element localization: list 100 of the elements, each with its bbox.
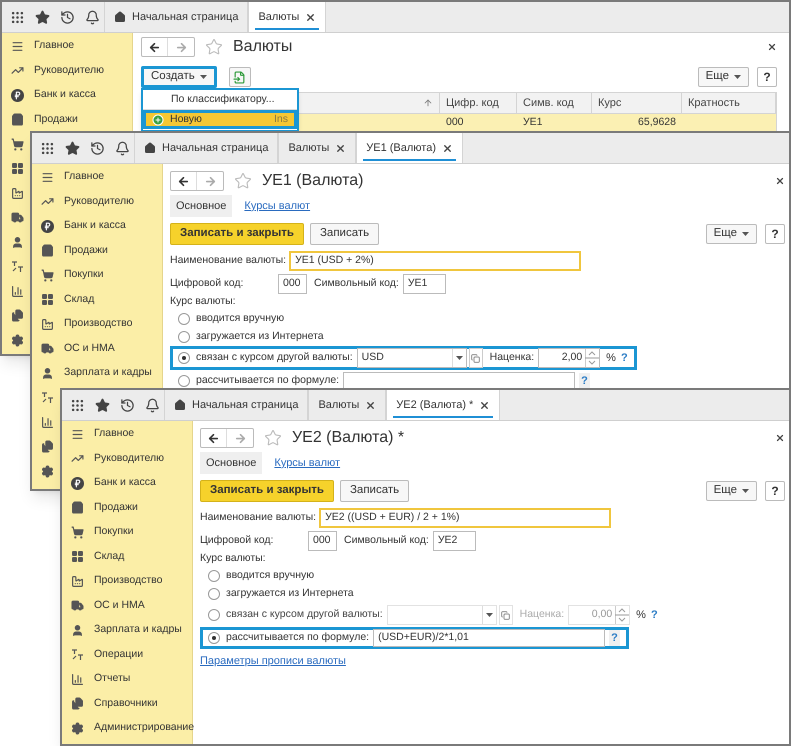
open-button[interactable]: [468, 348, 483, 368]
star-icon[interactable]: [94, 397, 110, 413]
sidebar-item[interactable]: Покупки: [94, 524, 134, 540]
apps-icon[interactable]: [69, 397, 85, 413]
sidebar-item[interactable]: Продажи: [34, 112, 78, 128]
option-label[interactable]: вводится вручную: [226, 568, 314, 584]
sidebar-item[interactable]: Склад: [94, 548, 124, 565]
radio-button[interactable]: [208, 570, 220, 582]
close-icon[interactable]: [305, 12, 316, 22]
history-icon[interactable]: [89, 140, 105, 156]
option-label[interactable]: рассчитывается по формуле:: [196, 373, 340, 389]
close-icon[interactable]: [775, 433, 785, 443]
save-close-button[interactable]: Записать и закрыть: [170, 223, 304, 245]
option-label[interactable]: вводится вручную: [196, 311, 284, 327]
sidebar-item[interactable]: Отчеты: [94, 671, 130, 688]
name-field[interactable]: УЕ2 ((USD + EUR) / 2 + 1%): [319, 508, 612, 528]
more-button[interactable]: Еще: [706, 224, 757, 244]
sidebar-item[interactable]: Руководителю: [34, 62, 104, 79]
sidebar-item[interactable]: Производство: [64, 316, 132, 332]
radio-button[interactable]: [178, 331, 190, 343]
sidebar-item[interactable]: Покупки: [64, 267, 104, 284]
column-header[interactable]: Кратность: [688, 94, 740, 112]
radio-button[interactable]: [178, 375, 190, 387]
page-tab[interactable]: Начальная страница: [134, 133, 278, 163]
sidebar-item[interactable]: Главное: [64, 169, 104, 186]
radio-button[interactable]: [178, 313, 190, 325]
apps-icon[interactable]: [9, 9, 25, 25]
close-icon[interactable]: [767, 42, 777, 52]
help-button[interactable]: ?: [757, 67, 777, 87]
option-label[interactable]: связан с курсом другой валюты:: [196, 350, 353, 366]
sidebar-item[interactable]: Зарплата и кадры: [64, 365, 152, 382]
more-button[interactable]: Еще: [698, 67, 749, 87]
section-tab[interactable]: Основное: [200, 452, 262, 474]
page-tab[interactable]: Валюты: [308, 390, 386, 420]
save-close-button[interactable]: Записать и закрыть: [200, 480, 334, 502]
option-label[interactable]: рассчитывается по формуле:: [226, 630, 370, 646]
page-tab[interactable]: УЕ2 (Валюта) *: [386, 390, 500, 420]
page-tab[interactable]: Начальная страница: [164, 390, 308, 420]
sidebar-item[interactable]: Продажи: [94, 500, 138, 516]
bell-icon[interactable]: [114, 140, 130, 156]
page-tab[interactable]: Валюты: [248, 2, 326, 32]
symbol-code-field[interactable]: УЕ1: [402, 274, 446, 294]
sort-icon[interactable]: [423, 98, 433, 108]
help-button[interactable]: ?: [765, 224, 785, 244]
option-label[interactable]: загружается из Интернета: [226, 586, 354, 602]
sidebar-item[interactable]: Продажи: [64, 242, 108, 259]
sidebar-item[interactable]: Руководителю: [64, 194, 134, 210]
section-tab[interactable]: Основное: [170, 195, 232, 217]
formula-field[interactable]: (USD+EUR)/2*1,01: [373, 629, 606, 647]
close-icon[interactable]: [479, 400, 490, 410]
digital-code-field[interactable]: 000: [278, 274, 307, 294]
sidebar-item[interactable]: Производство: [94, 573, 162, 590]
option-label[interactable]: загружается из Интернета: [196, 329, 324, 345]
apps-icon[interactable]: [39, 140, 55, 156]
section-tab[interactable]: Курсы валют: [268, 452, 346, 474]
sidebar-item[interactable]: Справочники: [94, 696, 158, 712]
radio-button[interactable]: [178, 352, 190, 364]
sidebar-item[interactable]: Склад: [64, 292, 94, 308]
save-button[interactable]: Записать: [340, 480, 410, 502]
sidebar-item[interactable]: Главное: [34, 38, 74, 54]
section-tab[interactable]: Курсы валют: [238, 195, 316, 217]
help-link[interactable]: ?: [620, 350, 628, 366]
page-tab[interactable]: Начальная страница: [104, 2, 248, 32]
column-header[interactable]: Цифр. код: [446, 94, 499, 112]
star-icon[interactable]: [34, 9, 50, 25]
page-tab[interactable]: УЕ1 (Валюта): [356, 133, 464, 163]
close-icon[interactable]: [442, 142, 454, 154]
column-header[interactable]: Курс: [598, 94, 622, 112]
save-button[interactable]: Записать: [310, 223, 380, 245]
page-tab[interactable]: Валюты: [278, 133, 356, 163]
help-button[interactable]: ?: [765, 481, 785, 501]
favorite-star-icon[interactable]: [234, 172, 252, 190]
history-icon[interactable]: [119, 397, 135, 413]
sidebar-item[interactable]: Руководителю: [94, 450, 164, 467]
sidebar-item[interactable]: Банк и касса: [94, 475, 156, 492]
bell-icon[interactable]: [144, 397, 160, 413]
digital-code-field[interactable]: 000: [308, 531, 337, 551]
symbol-code-field[interactable]: УЕ2: [432, 531, 476, 551]
help-link[interactable]: ?: [579, 372, 590, 390]
help-link[interactable]: ?: [609, 630, 620, 646]
star-icon[interactable]: [64, 140, 80, 156]
create-button[interactable]: Создать: [141, 66, 217, 88]
sidebar-item[interactable]: Операции: [94, 646, 144, 663]
sidebar-item[interactable]: Банк и касса: [34, 87, 96, 104]
sidebar-item[interactable]: Администрирование: [94, 720, 194, 736]
radio-button[interactable]: [208, 588, 220, 600]
favorite-star-icon[interactable]: [205, 38, 223, 56]
menu-item[interactable]: Новую Ins: [143, 110, 297, 129]
sidebar-item[interactable]: Банк и касса: [64, 218, 126, 234]
close-icon[interactable]: [775, 176, 785, 186]
radio-button[interactable]: [208, 632, 220, 644]
close-icon[interactable]: [335, 142, 346, 154]
sidebar-item[interactable]: Главное: [94, 426, 134, 442]
name-field[interactable]: УЕ1 (USD + 2%): [289, 251, 582, 271]
favorite-star-icon[interactable]: [264, 429, 282, 447]
more-button[interactable]: Еще: [706, 481, 757, 501]
sidebar-item[interactable]: ОС и НМА: [64, 340, 115, 357]
history-icon[interactable]: [59, 9, 75, 25]
sidebar-item[interactable]: Зарплата и кадры: [94, 622, 182, 638]
settings-link[interactable]: Параметры прописи валюты: [200, 652, 346, 670]
